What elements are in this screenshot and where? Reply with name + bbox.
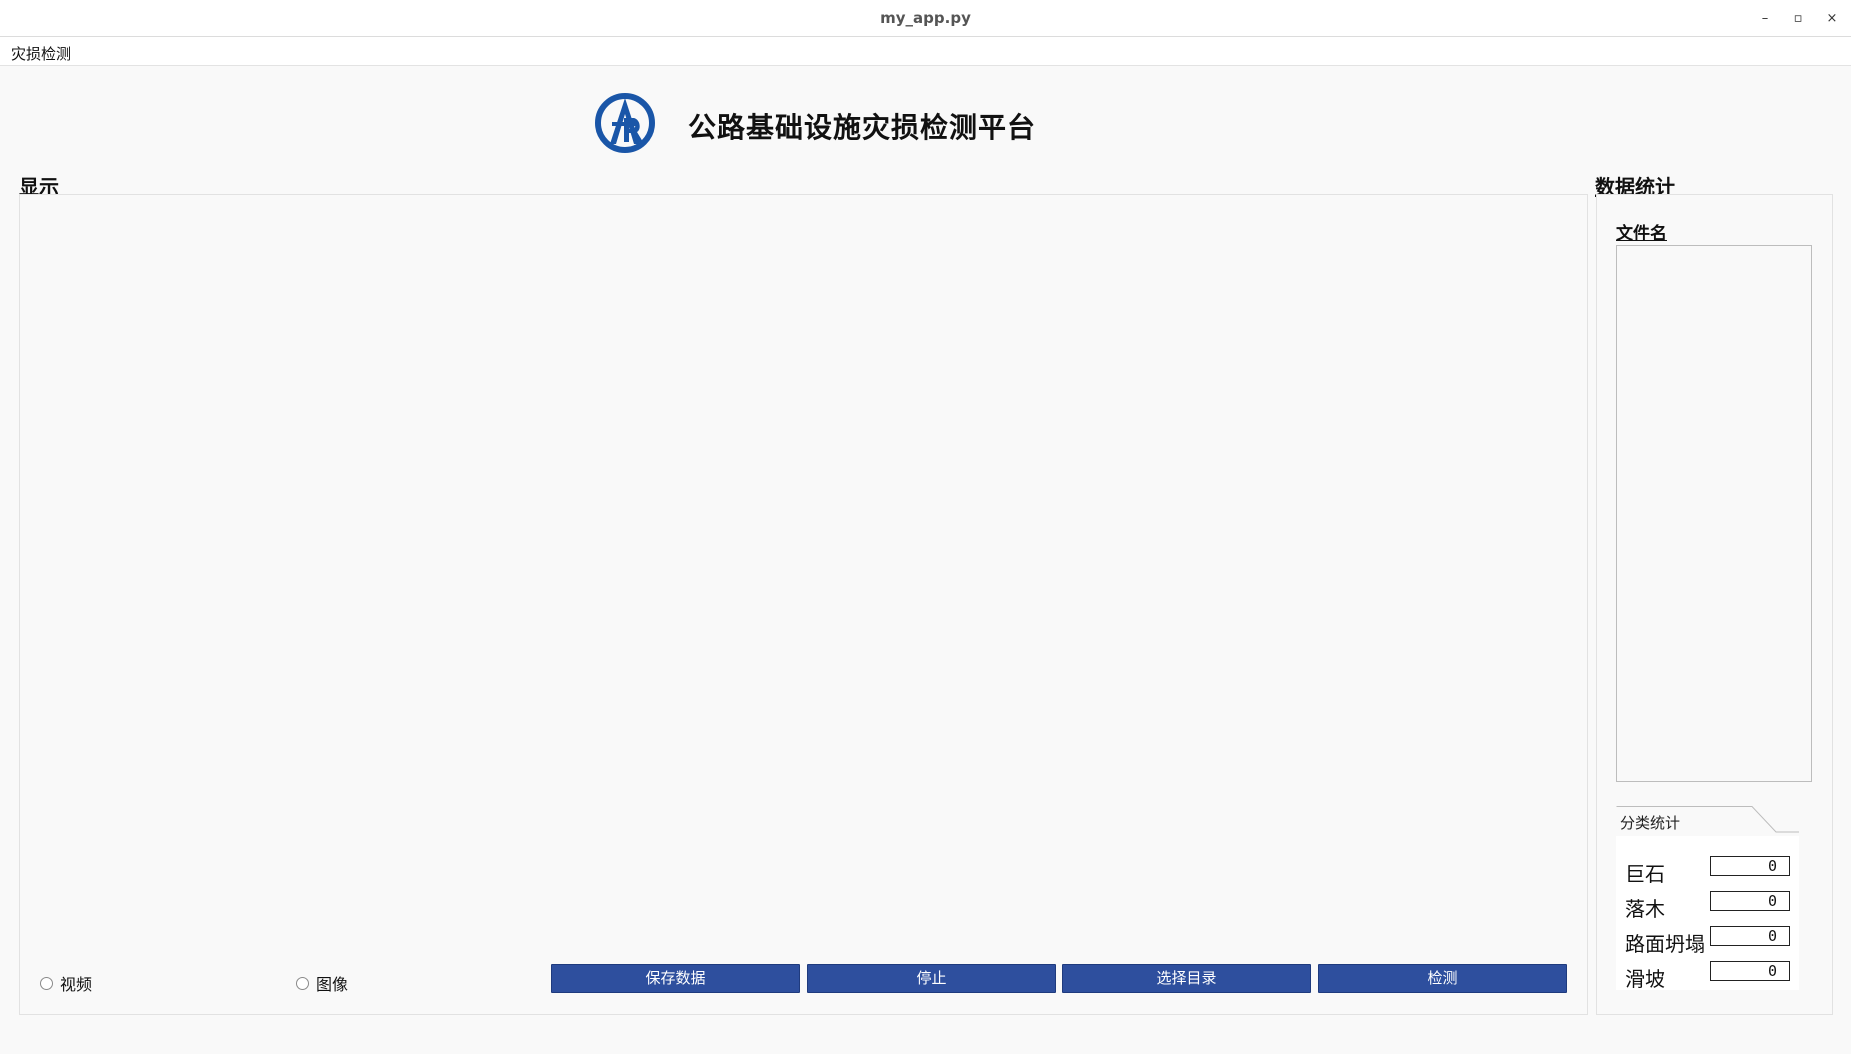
detect-button[interactable]: 检测 <box>1318 964 1567 993</box>
radio-image-label: 图像 <box>316 975 349 994</box>
select-directory-button[interactable]: 选择目录 <box>1062 964 1311 993</box>
radio-circle-icon <box>40 977 53 990</box>
restore-button[interactable]: ▫ <box>1785 8 1811 30</box>
class-count: 0 <box>1710 961 1790 981</box>
menubar: 灾损检测 <box>0 37 1851 66</box>
display-area <box>19 194 1588 1015</box>
filename-list[interactable] <box>1616 245 1812 782</box>
tab-label: 分类统计 <box>1620 814 1681 832</box>
class-name: 巨石 <box>1625 862 1665 886</box>
class-count: 0 <box>1710 891 1790 911</box>
tab-classification-stats[interactable]: 分类统计 <box>1616 806 1799 836</box>
stop-button[interactable]: 停止 <box>807 964 1056 993</box>
window-title: my_app.py <box>880 9 971 27</box>
save-data-button[interactable]: 保存数据 <box>551 964 800 993</box>
platform-logo-icon <box>595 93 655 153</box>
class-count: 0 <box>1710 856 1790 876</box>
class-row-boulder: 巨石 0 <box>1625 855 1795 886</box>
class-count: 0 <box>1710 926 1790 946</box>
class-row-landslide: 滑坡 0 <box>1625 960 1795 991</box>
class-row-fallen-tree: 落木 0 <box>1625 890 1795 921</box>
filename-label: 文件名 <box>1616 224 1667 244</box>
class-row-road-collapse: 路面坍塌 0 <box>1625 925 1795 956</box>
platform-title: 公路基础设施灾损检测平台 <box>688 111 1037 144</box>
class-name: 滑坡 <box>1625 967 1665 991</box>
minimize-button[interactable]: – <box>1752 8 1778 30</box>
close-button[interactable]: × <box>1819 8 1845 30</box>
class-stats-area: 巨石 0 落木 0 路面坍塌 0 滑坡 0 <box>1616 836 1799 991</box>
class-name: 落木 <box>1625 897 1665 921</box>
window-titlebar: my_app.py – ▫ × <box>0 0 1851 37</box>
radio-video-label: 视频 <box>60 975 93 994</box>
radio-circle-icon <box>296 977 309 990</box>
class-name: 路面坍塌 <box>1625 932 1705 956</box>
menu-disaster-detection[interactable]: 灾损检测 <box>11 43 71 64</box>
radio-image[interactable]: 图像 <box>296 971 348 995</box>
radio-video[interactable]: 视频 <box>40 971 92 995</box>
